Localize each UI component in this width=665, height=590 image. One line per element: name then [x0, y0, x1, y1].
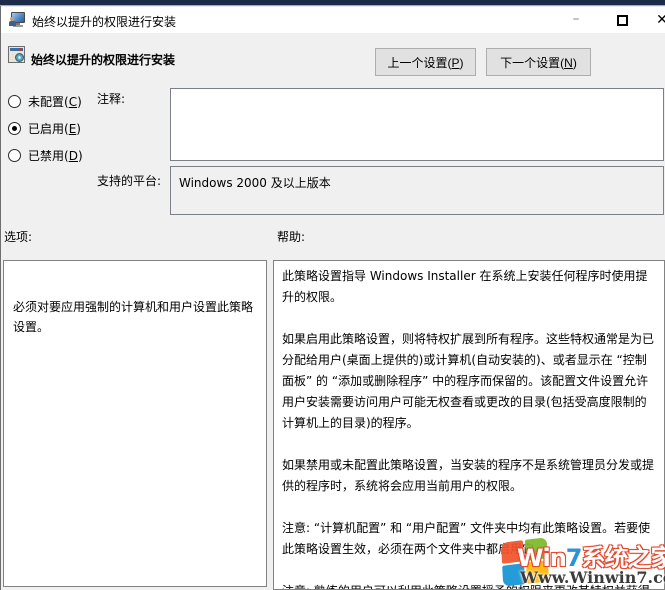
comment-label: 注释:: [97, 90, 125, 107]
watermark-url-text: Www.Winwin7.com: [520, 568, 665, 587]
close-button[interactable]: ✕: [649, 7, 665, 33]
help-section-label: 帮助:: [277, 228, 305, 245]
maximize-button[interactable]: [605, 7, 639, 33]
options-section-label: 选项:: [4, 228, 32, 245]
help-paragraph: 如果禁用或未配置此策略设置，当安装的程序不是系统管理员分发或提供的程序时，系统将…: [282, 455, 656, 497]
window-title: 始终以提升的权限进行安装: [32, 13, 176, 30]
watermark: Win7系统之家 Www.Winwin7.com: [495, 537, 665, 590]
policy-setting-title: 始终以提升的权限进行安装: [31, 51, 175, 68]
maximize-icon: [617, 15, 628, 26]
user-figure-icon: [9, 17, 16, 26]
radio-label-disabled: 已禁用(D): [28, 147, 83, 164]
next-setting-button[interactable]: 下一个设置(N): [486, 48, 591, 76]
cd-disc-icon: [15, 53, 24, 62]
radio-disabled[interactable]: 已禁用(D): [8, 147, 83, 164]
close-icon: ✕: [656, 12, 665, 28]
comment-input[interactable]: [170, 88, 664, 161]
titlebar: 始终以提升的权限进行安装 – ✕: [1, 7, 665, 33]
radio-label-not-configured: 未配置(C): [28, 93, 82, 110]
policy-installer-icon: [8, 46, 25, 63]
radio-label-enabled: 已启用(E): [28, 120, 81, 137]
radio-circle-enabled[interactable]: [8, 122, 21, 135]
options-panel: 必须对要应用强制的计算机和用户设置此策略设置。: [3, 260, 267, 587]
help-paragraph: 如果启用此策略设置，则将特权扩展到所有程序。这些特权通常是为已分配给用户(桌面上…: [282, 329, 656, 434]
minimize-icon: –: [573, 11, 580, 27]
window-computer-icon: [9, 12, 26, 27]
radio-circle-disabled[interactable]: [8, 149, 21, 162]
help-paragraph: 此策略设置指导 Windows Installer 在系统上安装任何程序时使用提…: [282, 266, 656, 308]
supported-platform-label: 支持的平台:: [97, 172, 161, 189]
supported-platform-value: Windows 2000 及以上版本: [170, 166, 664, 215]
radio-enabled[interactable]: 已启用(E): [8, 120, 81, 137]
options-text: 必须对要应用强制的计算机和用户设置此策略设置。: [13, 297, 257, 337]
radio-circle-not-configured[interactable]: [8, 95, 21, 108]
radio-not-configured[interactable]: 未配置(C): [8, 93, 82, 110]
window-left-border: [0, 0, 1, 590]
minimize-button[interactable]: –: [559, 7, 593, 33]
window-top-accent-bar: [0, 0, 665, 6]
previous-setting-button[interactable]: 上一个设置(P): [375, 48, 476, 76]
